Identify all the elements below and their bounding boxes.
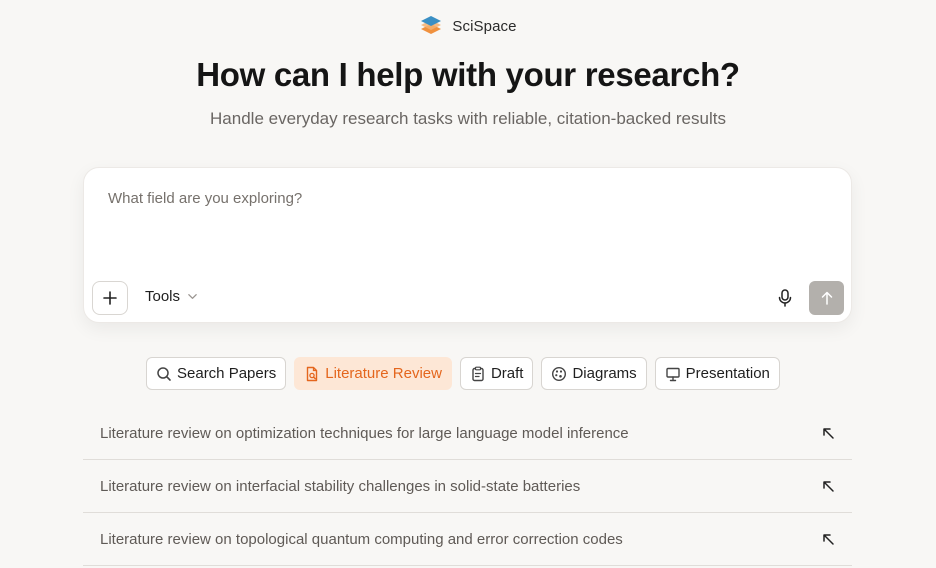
- search-icon: [157, 366, 171, 381]
- chip-draft[interactable]: Draft: [459, 357, 534, 390]
- document-icon: [307, 366, 318, 381]
- chip-search-papers[interactable]: Search Papers: [146, 357, 287, 390]
- arrow-up-left-icon: [823, 534, 834, 545]
- suggestion-text: Literature review on interfacial stabili…: [100, 477, 581, 495]
- suggestion-list: Literature review on optimization techni…: [83, 407, 852, 566]
- microphone-button[interactable]: [774, 286, 796, 310]
- suggestion-item[interactable]: Literature review on interfacial stabili…: [83, 460, 852, 513]
- tools-dropdown[interactable]: Tools: [145, 288, 198, 305]
- task-chips: Search Papers Literature Review Draft Di…: [146, 357, 780, 390]
- page-title: How can I help with your research?: [196, 56, 740, 93]
- brand-name: SciSpace: [452, 17, 517, 35]
- arrow-up-left-icon: [823, 428, 834, 439]
- suggestion-text: Literature review on topological quantum…: [100, 530, 623, 548]
- clipboard-icon: [472, 366, 484, 381]
- chip-literature-review[interactable]: Literature Review: [294, 357, 452, 390]
- scispace-logo-icon: [421, 16, 442, 34]
- suggestion-item[interactable]: Literature review on topological quantum…: [83, 513, 852, 566]
- chip-label: Literature Review: [325, 365, 442, 382]
- chevron-down-icon: [188, 294, 197, 299]
- chip-presentation[interactable]: Presentation: [654, 357, 780, 390]
- chip-label: Draft: [490, 365, 524, 382]
- brand: SciSpace: [0, 14, 936, 38]
- suggestion-text: Literature review on optimization techni…: [100, 424, 629, 442]
- add-attachment-button[interactable]: [92, 281, 128, 315]
- chip-label: Search Papers: [177, 365, 277, 382]
- page-subtitle: Handle everyday research tasks with reli…: [210, 109, 726, 128]
- prompt-composer: Tools: [83, 167, 852, 323]
- tools-label: Tools: [145, 288, 181, 305]
- palette-icon: [552, 366, 567, 381]
- chip-label: Diagrams: [572, 365, 637, 382]
- prompt-input[interactable]: [108, 190, 808, 207]
- chip-diagrams[interactable]: Diagrams: [541, 357, 647, 390]
- microphone-icon: [778, 289, 792, 307]
- presentation-icon: [665, 367, 680, 381]
- arrow-up-icon: [821, 291, 832, 305]
- plus-icon: [103, 291, 117, 305]
- arrow-up-left-icon: [823, 481, 834, 492]
- send-button[interactable]: [809, 281, 844, 315]
- suggestion-item[interactable]: Literature review on optimization techni…: [83, 407, 852, 460]
- page: SciSpace How can I help with your resear…: [0, 0, 936, 568]
- chip-label: Presentation: [685, 365, 770, 382]
